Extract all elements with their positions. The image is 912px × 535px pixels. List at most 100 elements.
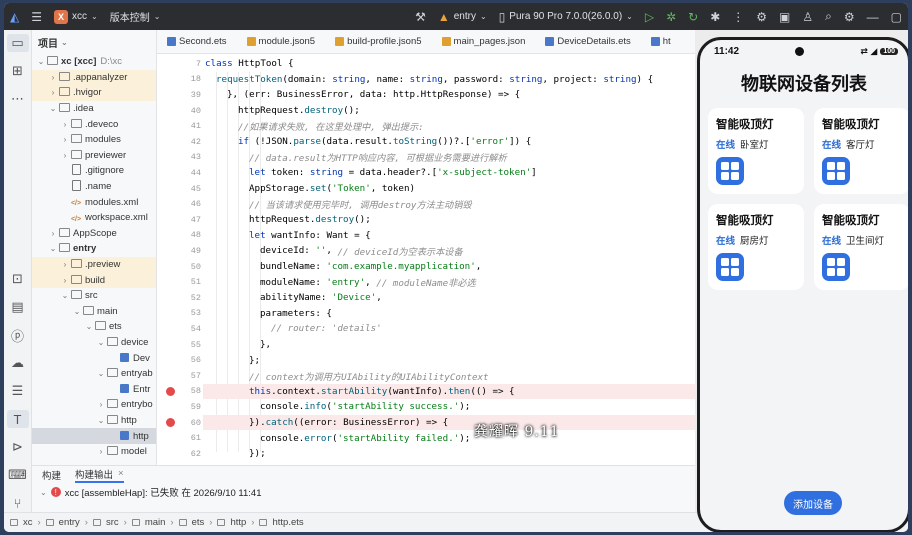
- tree-item[interactable]: ⌄ xc [xcc] D:\xc: [32, 54, 156, 70]
- code-line[interactable]: abilityName: 'Device',: [203, 290, 695, 306]
- breadcrumb-item[interactable]: ets: [192, 517, 205, 528]
- chevron-down-icon[interactable]: ⌄: [96, 338, 106, 347]
- chevron-right-icon[interactable]: ›: [60, 260, 70, 269]
- vcs-selector[interactable]: 版本控制 ⌄: [104, 3, 167, 30]
- chevron-down-icon[interactable]: ⌄: [84, 322, 94, 331]
- chevron-down-icon[interactable]: ⌄: [96, 416, 106, 425]
- chevron-right-icon[interactable]: ›: [48, 229, 58, 238]
- code-line[interactable]: class HttpTool {: [203, 56, 695, 72]
- hammer-button[interactable]: ⚒: [409, 3, 432, 30]
- device-card[interactable]: 智能吸顶灯 在线 厨房灯: [708, 204, 804, 290]
- tree-item[interactable]: ⌄ http: [32, 413, 156, 429]
- tree-item[interactable]: › .appanalyzer: [32, 69, 156, 86]
- main-menu-button[interactable]: ☰: [25, 3, 48, 30]
- tree-item[interactable]: ⌄ main: [32, 304, 156, 320]
- tree-item[interactable]: › modules: [32, 132, 156, 148]
- tree-item[interactable]: http: [32, 428, 156, 444]
- code-line[interactable]: if (!JSON. parse (data.result. toString ())?…: [203, 134, 695, 150]
- chevron-right-icon[interactable]: ›: [60, 135, 70, 144]
- code-line[interactable]: this .context. startAbility (wantInfo). then…: [203, 383, 695, 400]
- tree-item[interactable]: Entr: [32, 381, 156, 397]
- code-line[interactable]: let wantInfo: Want = {: [203, 228, 695, 244]
- maximize-button[interactable]: ▢: [885, 3, 908, 30]
- log-tool-button[interactable]: ☰: [7, 382, 29, 400]
- tree-item[interactable]: ⌄ ets: [32, 319, 156, 335]
- tree-item[interactable]: ⌄ entryab: [32, 366, 156, 382]
- code-line[interactable]: // 当该请求使用完毕时, 调用destroy方法主动销毁: [203, 196, 695, 212]
- code-line[interactable]: });: [203, 446, 695, 462]
- code-line[interactable]: httpRequest. destroy ();: [203, 212, 695, 228]
- account-button[interactable]: ♙: [796, 3, 819, 30]
- tree-item[interactable]: modules.xml: [32, 194, 156, 210]
- tree-item[interactable]: › model: [32, 444, 156, 460]
- run-button[interactable]: ▷: [639, 3, 660, 30]
- chevron-down-icon[interactable]: ⌄: [96, 369, 106, 378]
- chevron-down-icon[interactable]: ⌄: [60, 291, 70, 300]
- code-editor[interactable]: 7 18 39 40 41 42 43 44 45 46 47 48 49 50 51 52 53 54 55 56 5…: [157, 54, 695, 465]
- chevron-right-icon[interactable]: ›: [48, 73, 58, 82]
- tree-item[interactable]: › previewer: [32, 148, 156, 164]
- code-line[interactable]: requestToken (domain: string, name: strin…: [203, 72, 695, 88]
- module-selector[interactable]: ▲ entry ⌄: [432, 3, 493, 30]
- device-card[interactable]: 智能吸顶灯 在线 卫生间灯: [814, 204, 908, 290]
- git-tool-button[interactable]: ⑂: [7, 494, 29, 512]
- tree-item[interactable]: › .deveco: [32, 116, 156, 132]
- run-tool-button[interactable]: ⊳: [7, 438, 29, 456]
- chevron-right-icon[interactable]: ›: [96, 400, 106, 409]
- breadcrumb-item[interactable]: xc: [23, 517, 33, 528]
- editor-tab[interactable]: module.json5: [237, 30, 326, 53]
- code-line[interactable]: };: [203, 352, 695, 368]
- editor-tab[interactable]: Second.ets: [157, 30, 237, 53]
- chevron-right-icon[interactable]: ›: [60, 120, 70, 129]
- tree-item[interactable]: › AppScope: [32, 226, 156, 242]
- build-error-row[interactable]: ⌄ ! xcc [assembleHap]: 已失败 在 2026/9/10 1…: [32, 483, 695, 501]
- breakpoint-icon[interactable]: [166, 418, 175, 428]
- more-button[interactable]: ⋮: [726, 3, 750, 30]
- code-line[interactable]: // router: 'details': [203, 321, 695, 337]
- search-button[interactable]: ⌕: [819, 3, 838, 30]
- chevron-down-icon[interactable]: ⌄: [72, 307, 82, 316]
- layers-tool-button[interactable]: ▤: [7, 298, 29, 316]
- tree-item[interactable]: Dev: [32, 350, 156, 366]
- tree-item[interactable]: ⌄ device: [32, 335, 156, 351]
- tree-item[interactable]: ⌄ src: [32, 288, 156, 304]
- tree-item[interactable]: .gitignore: [32, 163, 156, 179]
- code-line[interactable]: }, (err: BusinessError, data: http.HttpR…: [203, 87, 695, 103]
- minimize-button[interactable]: —: [861, 3, 885, 30]
- project-tool-button[interactable]: ▭: [6, 34, 29, 52]
- editor-tab[interactable]: ht: [641, 30, 681, 53]
- code-line[interactable]: moduleName: 'entry', // moduleName非必选: [203, 274, 695, 290]
- breadcrumb-item[interactable]: http.ets: [272, 517, 303, 528]
- chevron-down-icon[interactable]: ⌄: [48, 104, 58, 113]
- editor-tab[interactable]: DeviceDetails.ets: [535, 30, 640, 53]
- chevron-right-icon[interactable]: ›: [48, 88, 58, 97]
- code-line[interactable]: AppStorage. set('Token', token): [203, 181, 695, 197]
- tree-item[interactable]: ⌄ .idea: [32, 101, 156, 117]
- chevron-right-icon[interactable]: ›: [96, 447, 106, 456]
- code-line[interactable]: console. info('startAbility success.');: [203, 399, 695, 415]
- profile-button[interactable]: ↻: [682, 3, 704, 30]
- chevron-down-icon[interactable]: ⌄: [48, 244, 58, 253]
- device-card[interactable]: 智能吸顶灯 在线 卧室灯: [708, 108, 804, 194]
- tree-item[interactable]: › entrybo: [32, 397, 156, 413]
- device-manager-button[interactable]: ▣: [773, 3, 796, 30]
- chevron-down-icon[interactable]: ⌄: [36, 57, 46, 66]
- tree-item[interactable]: › .hvigor: [32, 85, 156, 101]
- tree-item[interactable]: ⌄ entry: [32, 241, 156, 257]
- tab-build-output[interactable]: 构建输出 ×: [75, 466, 124, 483]
- close-icon[interactable]: ×: [118, 468, 124, 479]
- tree-item[interactable]: .name: [32, 179, 156, 195]
- add-device-button[interactable]: 添加设备: [784, 491, 842, 515]
- terminal-tool-button[interactable]: T: [6, 410, 29, 428]
- tree-item[interactable]: › build: [32, 272, 156, 288]
- plugin-tool-button[interactable]: ⓟ: [7, 326, 29, 344]
- editor-gutter[interactable]: 7 18 39 40 41 42 43 44 45 46 47 48 49 50 51 52 53 54 55 56 5…: [157, 54, 203, 465]
- code-line[interactable]: },: [203, 337, 695, 353]
- code-line[interactable]: //如果请求失败, 在这里处理中, 弹出提示:: [203, 118, 695, 134]
- chevron-right-icon[interactable]: ›: [60, 276, 70, 285]
- device-card[interactable]: 智能吸顶灯 在线 客厅灯: [814, 108, 908, 194]
- settings-toolbar-button[interactable]: ⚙: [750, 3, 773, 30]
- attach-button[interactable]: ✱: [704, 3, 726, 30]
- preview-tool-button[interactable]: ⊡: [7, 270, 29, 288]
- code-line[interactable]: // context为调用方UIAbility的UIAbilityContext: [203, 368, 695, 384]
